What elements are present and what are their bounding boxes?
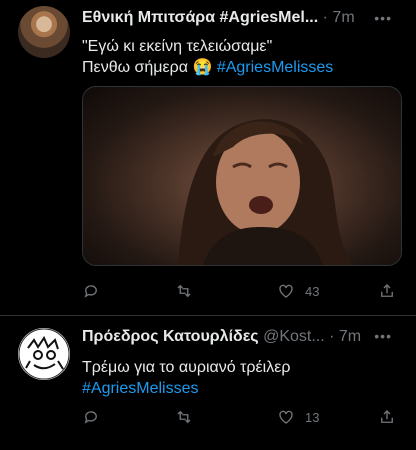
like-count: 13 — [305, 409, 320, 425]
display-name[interactable]: Εθνική Μπιτσάρα #AgriesMel... — [82, 9, 318, 26]
timestamp[interactable]: 7m — [332, 9, 354, 26]
share-icon — [381, 284, 393, 297]
tweet-text: Τρέμω για το αυριανό τρέιλερ #AgriesMeli… — [82, 357, 290, 399]
hashtag-link[interactable]: #AgriesMelisses — [82, 378, 290, 399]
like-button[interactable]: 43 — [277, 280, 319, 302]
tweet-text: "Εγώ κι εκείνη τελειώσαμε" Πενθω σήμερα … — [82, 36, 333, 78]
like-button[interactable]: 13 — [277, 406, 319, 428]
timestamp[interactable]: 7m — [339, 328, 361, 345]
like-icon — [279, 284, 293, 298]
more-options-button[interactable]: ••• — [374, 328, 392, 344]
separator-dot: · — [322, 9, 328, 26]
like-icon — [279, 410, 293, 424]
tweet-header: Εθνική Μπιτσάρα #AgriesMel... · 7m — [82, 9, 355, 27]
tweet-text-body: Πενθω σήμερα 😭 — [82, 59, 217, 76]
tweet-actions: 43 — [82, 280, 400, 302]
user-handle[interactable]: @Kost... — [263, 328, 325, 345]
tweet-text-line: Πενθω σήμερα 😭 #AgriesMelisses — [82, 57, 333, 78]
reply-icon — [84, 411, 97, 424]
retweet-button[interactable] — [175, 406, 193, 428]
tweet-text-line: "Εγώ κι εκείνη τελειώσαμε" — [82, 38, 273, 55]
tweet-media-image[interactable] — [82, 86, 402, 266]
share-button[interactable] — [378, 280, 396, 302]
reply-button[interactable] — [82, 406, 100, 428]
share-button[interactable] — [378, 406, 396, 428]
retweet-icon — [177, 410, 191, 424]
more-options-button[interactable]: ••• — [374, 10, 392, 26]
display-name[interactable]: Πρόεδρος Κατουρλίδες — [82, 328, 259, 345]
hashtag-link[interactable]: #AgriesMelisses — [217, 59, 333, 76]
tweet-header: Πρόεδρος Κατουρλίδες @Kost... · 7m — [82, 328, 361, 346]
retweet-button[interactable] — [175, 280, 193, 302]
avatar[interactable] — [18, 328, 70, 380]
share-icon — [381, 410, 393, 423]
avatar[interactable] — [18, 6, 70, 58]
separator-dot: · — [329, 328, 335, 345]
tweet[interactable]: Πρόεδρος Κατουρλίδες @Kost... · 7m ••• Τ… — [0, 316, 416, 450]
cartoon-avatar-icon — [18, 328, 70, 380]
tweet[interactable]: Εθνική Μπιτσάρα #AgriesMel... · 7m ••• "… — [0, 0, 416, 316]
retweet-icon — [177, 284, 191, 298]
crying-woman-photo — [178, 119, 353, 265]
tweet-actions: 13 — [82, 406, 400, 428]
reply-button[interactable] — [82, 280, 100, 302]
reply-icon — [84, 285, 97, 298]
like-count: 43 — [305, 283, 320, 299]
tweet-text-line: Τρέμω για το αυριανό τρέιλερ — [82, 359, 291, 376]
